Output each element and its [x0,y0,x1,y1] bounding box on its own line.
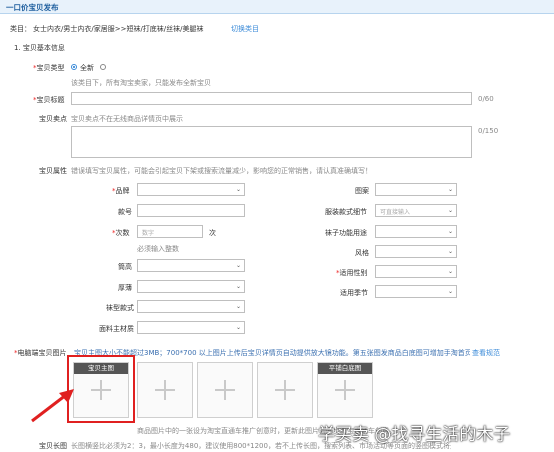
thickness-label: 厚薄 [118,284,132,292]
view-spec-link[interactable]: 查看规范 [472,348,500,358]
chevron-down-icon: ⌄ [447,207,453,214]
page-title: 一口价宝贝发布 [6,3,59,12]
attributes-hint: 错误填写宝贝属性，可能会引起宝贝下架或搜索流量减少，影响您的正常销售，请认真准确… [71,167,372,175]
detail-select[interactable]: 可直接输入 ⌄ [375,204,457,217]
section-basic-info-title: 1. 宝贝基本信息 [14,44,65,52]
selling-point-counter: 0/150 [478,127,499,135]
sock-style-select[interactable]: ⌄ [137,300,245,313]
chevron-down-icon: ⌄ [447,186,453,193]
item-title-counter: 0/60 [478,95,494,103]
detail-label: 服装款式细节 [325,208,367,216]
white-bg-image-slot[interactable]: 平铺白底图 [317,362,373,418]
material-select[interactable]: ⌄ [137,321,245,334]
season-select[interactable]: ⌄ [375,285,457,298]
model-label: 款号 [118,208,132,216]
white-bg-image-caption: 平铺白底图 [318,363,372,374]
radio-new[interactable] [71,64,77,70]
selling-point-label: 宝贝卖点 [39,115,67,123]
denier-input[interactable]: 数字 [137,225,203,238]
selling-point-placeholder: 宝贝卖点不在无线商品详情页中展示 [71,115,183,123]
item-type-label: 宝贝类型 [36,64,65,72]
fashion-style-select[interactable]: ⌄ [375,245,457,258]
pattern-select[interactable]: ⌄ [375,183,457,196]
image-slot-4[interactable] [257,362,313,418]
gender-label: 适用性别 [339,269,368,277]
brand-label: 品牌 [115,187,130,195]
chevron-down-icon: ⌄ [235,324,241,331]
chevron-down-icon: ⌄ [447,288,453,295]
chevron-down-icon: ⌄ [447,268,453,275]
image-slot-2[interactable] [137,362,193,418]
red-arrow-icon [31,389,74,423]
sock-style-label: 袜型款式 [106,304,134,312]
chevron-down-icon: ⌄ [235,303,241,310]
radio-used[interactable] [100,64,106,70]
chevron-down-icon: ⌄ [235,262,241,269]
long-image-label: 宝贝长图 [39,442,67,450]
fashion-style-label: 风格 [355,249,369,257]
category-path: 女士内衣/男士内衣/家居服>>短袜/打底袜/丝袜/美腿袜 [33,25,204,33]
detail-placeholder: 可直接输入 [380,209,411,216]
item-title-input[interactable] [71,92,472,105]
tube-height-label: 筒高 [118,263,132,271]
switch-category-link[interactable]: 切换类目 [231,24,259,34]
tube-height-select[interactable]: ⌄ [137,259,245,272]
pattern-label: 图案 [355,187,369,195]
page-header: 一口价宝贝发布 [0,0,554,14]
denier-placeholder: 数字 [142,230,155,237]
chevron-down-icon: ⌄ [447,248,453,255]
function-label: 袜子功能用途 [325,229,367,237]
watermark-text: 学买卖 @找寻生活的木子 [318,425,511,445]
attributes-label: 宝贝属性 [39,167,67,175]
gender-select[interactable]: ⌄ [375,265,457,278]
chevron-down-icon: ⌄ [447,228,453,235]
radio-new-label: 全新 [80,64,94,72]
model-input[interactable] [137,204,245,217]
chevron-down-icon: ⌄ [235,186,241,193]
brand-select[interactable]: ⌄ [137,183,245,196]
selling-point-textarea[interactable] [71,126,472,158]
item-title-label: 宝贝标题 [36,96,65,104]
thickness-select[interactable]: ⌄ [137,280,245,293]
category-label: 类目： [10,25,31,33]
function-select[interactable]: ⌄ [375,225,457,238]
material-label: 面料主材质 [99,325,134,333]
item-type-hint: 该类目下，所有淘宝卖家，只能发布全新宝贝 [71,79,211,87]
denier-hint: 必须输入整数 [137,245,179,253]
denier-label: 次数 [115,229,130,237]
chevron-down-icon: ⌄ [235,283,241,290]
image-slot-3[interactable] [197,362,253,418]
pc-images-label: 电脑端宝贝图片 [17,349,67,357]
season-label: 适用季节 [340,289,368,297]
denier-unit: 次 [209,229,216,237]
